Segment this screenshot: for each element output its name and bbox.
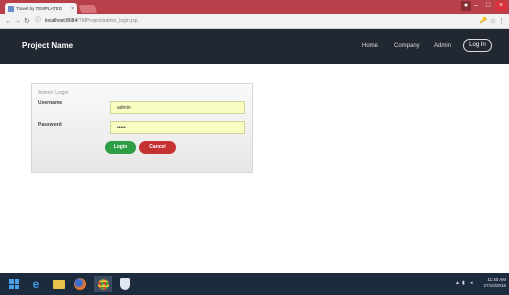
page-favicon-icon	[8, 5, 14, 12]
windows-taskbar: e ▲ ▮ ◂ 11:40 AM 27/10/2016	[0, 273, 509, 295]
chrome-icon[interactable]	[94, 276, 112, 292]
tab-title: Travel by TEMPLATED	[16, 6, 63, 11]
window-close-icon[interactable]: ×	[495, 1, 507, 11]
tab-close-icon[interactable]: ×	[71, 6, 74, 12]
back-arrow-icon[interactable]: ←	[5, 17, 12, 26]
minimize-icon[interactable]: –	[470, 1, 482, 11]
network-icon[interactable]: ▮	[462, 280, 465, 286]
url-host: localhost:8084	[45, 18, 78, 24]
address-bar: ← → ↻ ⓘ localhost:8084/TMProject/admin_l…	[0, 14, 509, 29]
security-shield-icon[interactable]	[118, 277, 132, 291]
firefox-icon[interactable]	[73, 277, 87, 291]
tray-expand-icon[interactable]: ▲	[455, 280, 460, 286]
nav-link-home[interactable]: Home	[362, 43, 378, 49]
login-button[interactable]: Login	[105, 141, 136, 154]
browser-menu-icon[interactable]: ⋮	[498, 17, 505, 26]
new-tab-button[interactable]	[78, 5, 98, 13]
windows-start-icon[interactable]	[7, 277, 21, 291]
browser-tab-strip: Travel by TEMPLATED × ● – □ ×	[0, 0, 509, 14]
forward-arrow-icon[interactable]: →	[14, 17, 21, 26]
site-info-icon[interactable]: ⓘ	[35, 17, 41, 26]
admin-login-panel: Admin Login Username admin Password ••••…	[31, 83, 253, 173]
site-brand[interactable]: Project Name	[22, 41, 73, 50]
nav-login-button[interactable]: Log In	[463, 39, 492, 52]
url-field[interactable]: localhost:8084/TMProject/admin_login.jsp	[45, 17, 138, 26]
url-path: /TMProject/admin_login.jsp	[77, 18, 138, 24]
nav-link-admin[interactable]: Admin	[434, 43, 451, 49]
password-label: Password	[38, 122, 62, 128]
login-panel-title: Admin Login	[38, 90, 69, 96]
browser-tab[interactable]: Travel by TEMPLATED ×	[5, 3, 77, 14]
speaker-icon[interactable]: ◂	[470, 280, 473, 286]
clock-date: 27/10/2016	[483, 283, 506, 288]
nav-link-company[interactable]: Company	[394, 43, 420, 49]
username-field[interactable]: admin	[110, 101, 245, 114]
password-field[interactable]: •••••	[110, 121, 245, 134]
key-icon[interactable]: 🔑	[480, 17, 487, 26]
site-navbar: Project Name Home Company Admin Log In	[0, 29, 509, 64]
username-label: Username	[38, 100, 63, 106]
taskbar-clock[interactable]: 11:40 AM 27/10/2016	[480, 277, 506, 289]
cancel-button[interactable]: Cancel	[139, 141, 176, 154]
file-explorer-icon[interactable]	[52, 277, 66, 291]
reload-icon[interactable]: ↻	[24, 17, 30, 26]
bookmark-star-icon[interactable]: ☆	[490, 17, 496, 26]
internet-explorer-icon[interactable]: e	[29, 277, 43, 291]
maximize-icon[interactable]: □	[482, 1, 494, 11]
